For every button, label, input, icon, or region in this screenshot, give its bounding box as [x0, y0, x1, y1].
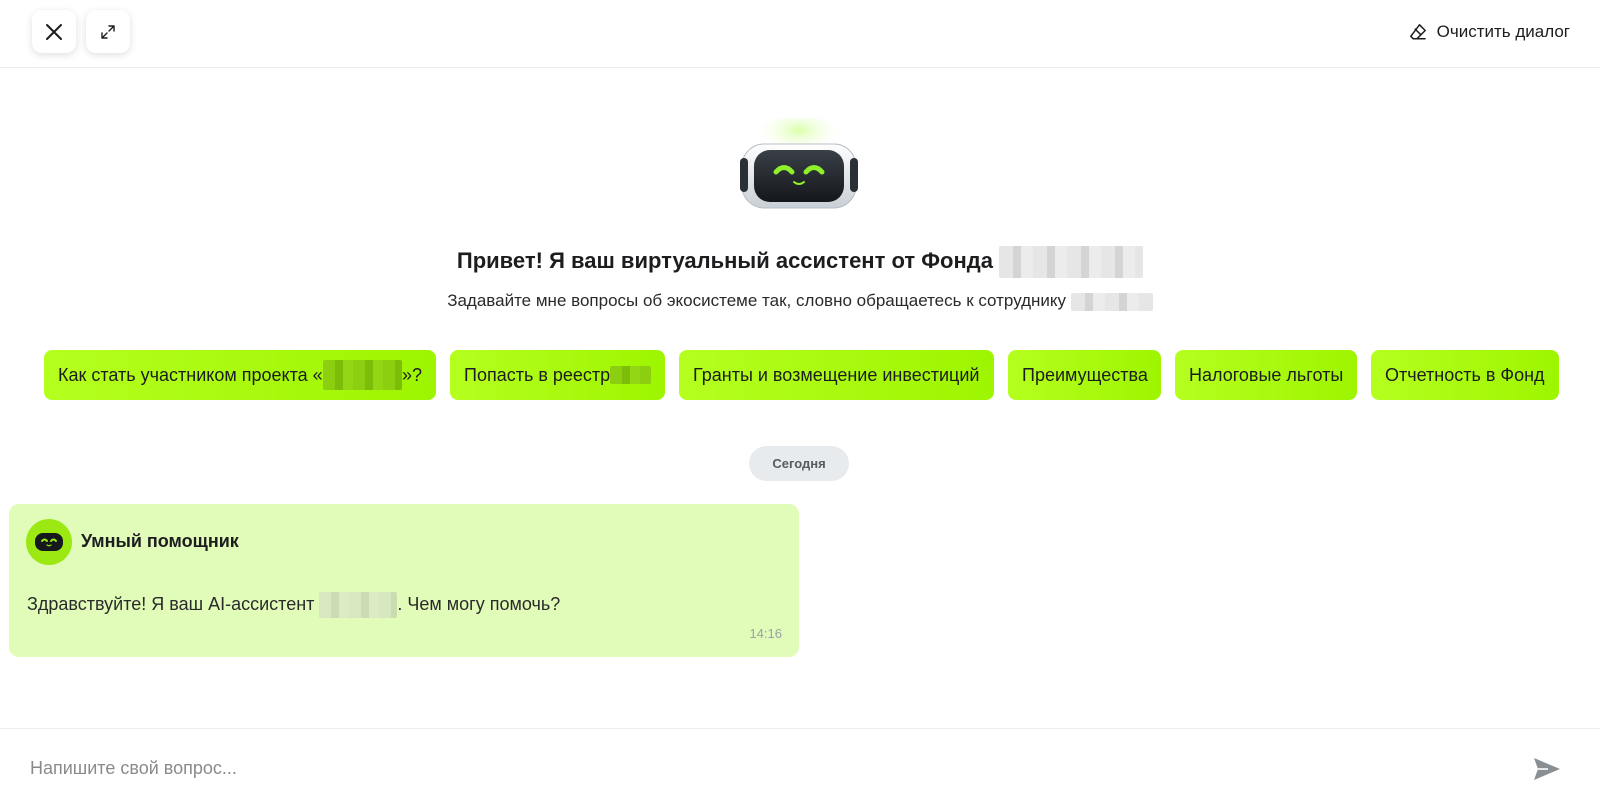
clear-dialog-button[interactable]: Очистить диалог [1408, 19, 1570, 45]
clear-dialog-label: Очистить диалог [1436, 22, 1570, 41]
message-author: Умный помощник [81, 531, 239, 551]
message-timestamp: 14:16 [749, 626, 782, 641]
send-button[interactable] [1532, 756, 1562, 782]
assistant-message: Умный помощник Здравствуйте! Я ваш AI-ас… [9, 504, 799, 657]
redacted-text [322, 360, 402, 390]
assistant-robot-illustration [736, 116, 862, 214]
chip-reporting[interactable]: Отчетность в Фонд [1371, 350, 1559, 400]
expand-icon [101, 24, 115, 39]
welcome-title: Привет! Я ваш виртуальный ассистент от Ф… [0, 246, 1600, 278]
chip-grants[interactable]: Гранты и возмещение инвестиций [679, 350, 994, 400]
eraser-icon [1409, 24, 1426, 40]
avatar [26, 519, 72, 565]
close-icon [46, 23, 62, 40]
robot-icon [35, 533, 63, 551]
chip-benefits[interactable]: Преимущества [1008, 350, 1161, 400]
suggestion-chips: Как стать участником проекта « »? Попаст… [44, 350, 1559, 400]
message-composer [0, 728, 1600, 805]
redacted-text [999, 246, 1144, 278]
chip-registry[interactable]: Попасть в реестр [450, 350, 665, 400]
send-icon [1534, 758, 1560, 780]
chip-become-participant[interactable]: Как стать участником проекта « »? [44, 350, 436, 400]
redacted-text [1070, 292, 1153, 311]
message-text: Здравствуйте! Я ваш AI-ассистент . Чем м… [27, 592, 560, 618]
redacted-text [610, 366, 651, 384]
chip-tax-benefits[interactable]: Налоговые льготы [1175, 350, 1357, 400]
date-divider: Сегодня [749, 446, 849, 481]
expand-button[interactable] [86, 10, 130, 53]
question-input[interactable] [30, 751, 1510, 785]
redacted-text [319, 592, 398, 618]
top-bar: Очистить диалог [0, 0, 1600, 68]
welcome-subtitle: Задавайте мне вопросы об экосистеме так,… [0, 291, 1600, 311]
close-button[interactable] [32, 10, 76, 53]
